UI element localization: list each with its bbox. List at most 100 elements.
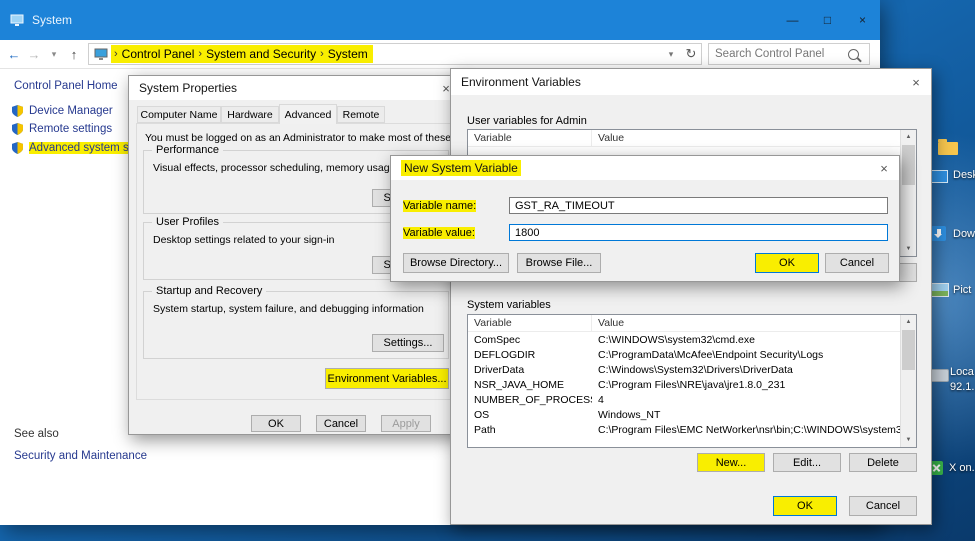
system-new-button[interactable]: New... [697,453,765,472]
table-row[interactable]: OS Windows_NT [468,407,901,422]
cell-value: C:\ProgramData\McAfee\Endpoint Security\… [592,349,901,361]
window-titlebar: System — □ × [0,0,880,40]
shield-icon [12,142,23,154]
crumb-control-panel[interactable]: Control Panel [119,47,198,61]
address-dropdown-icon[interactable]: ▾ [661,49,681,60]
variable-name-input[interactable] [509,197,888,214]
system-delete-button[interactable]: Delete [849,453,917,472]
desktop-item-local-disk[interactable]: Loca [950,366,974,378]
scrollbar[interactable]: ▲ ▼ [900,315,916,447]
cell-variable: Path [468,424,592,436]
cell-value: 4 [592,394,901,406]
scrollbar-thumb[interactable] [902,145,915,185]
environment-variables-button[interactable]: Environment Variables... [325,368,449,389]
search-icon[interactable] [848,49,859,60]
window-title: System [32,13,72,27]
dialog-title: System Properties [129,81,237,95]
tab-computer-name[interactable]: Computer Name [137,106,221,123]
ok-button[interactable]: OK [773,496,837,516]
table-row[interactable]: ComSpec C:\WINDOWS\system32\cmd.exe [468,332,901,347]
sidebar-item-device-manager[interactable]: Device Manager [12,105,113,117]
sidebar-item-remote-settings[interactable]: Remote settings [12,123,112,135]
close-icon[interactable]: × [869,156,899,180]
scroll-down-icon[interactable]: ▼ [901,242,916,256]
startup-settings-button[interactable]: Settings... [372,334,444,352]
dialog-title: New System Variable [401,160,521,176]
downloads-icon[interactable] [931,226,946,241]
pictures-icon[interactable] [931,283,949,297]
table-row[interactable]: DriverData C:\Windows\System32\Drivers\D… [468,362,901,377]
cell-variable: NSR_JAVA_HOME [468,379,592,391]
scrollbar-thumb[interactable] [902,330,915,370]
column-value[interactable]: Value [592,315,624,331]
table-row[interactable]: NSR_JAVA_HOME C:\Program Files\NRE\java\… [468,377,901,392]
system-variables-table[interactable]: Variable Value ComSpec C:\WINDOWS\system… [467,314,917,448]
table-body: ComSpec C:\WINDOWS\system32\cmd.exe DEFL… [468,332,901,447]
desktop-item-desktop[interactable]: Desk [953,169,975,181]
scrollbar[interactable]: ▲ ▼ [900,130,916,256]
refresh-icon[interactable]: ↻ [681,46,701,62]
sidebar-control-panel-home[interactable]: Control Panel Home [14,80,118,92]
cancel-button[interactable]: Cancel [825,253,889,273]
scroll-up-icon[interactable]: ▲ [901,130,916,144]
new-system-variable-dialog: New System Variable × Variable name: Var… [390,155,900,282]
variable-value-input[interactable] [509,224,888,241]
ok-button[interactable]: OK [251,415,301,432]
back-icon[interactable]: ← [4,47,24,62]
breadcrumb[interactable]: › Control Panel › System and Security › … [88,43,702,65]
disk-icon[interactable] [929,369,949,382]
up-icon[interactable]: ↑ [64,47,84,62]
cell-value: C:\Program Files\EMC NetWorker\nsr\bin;C… [592,424,901,436]
desktop: Desk Dow Pict Loca 92.1... X on... Syste… [0,0,975,541]
monitor-icon[interactable] [931,170,948,183]
close-button[interactable]: × [845,0,880,40]
ok-button[interactable]: OK [755,253,819,273]
table-row[interactable]: NUMBER_OF_PROCESSORS 4 [468,392,901,407]
close-icon[interactable]: × [901,69,931,95]
group-title: Startup and Recovery [152,285,266,297]
dialog-titlebar: Environment Variables × [451,69,931,95]
environment-variables-dialog: Environment Variables × User variables f… [450,68,932,525]
column-variable[interactable]: Variable [468,130,592,146]
cell-variable: DriverData [468,364,592,376]
startup-recovery-group: Startup and Recovery System startup, sys… [143,291,449,359]
desktop-item-pictures[interactable]: Pict [953,284,971,296]
desktop-item-x[interactable]: X on... [949,462,975,474]
browse-directory-button[interactable]: Browse Directory... [403,253,509,273]
desktop-item-downloads[interactable]: Dow [953,228,975,240]
search-input[interactable] [709,48,848,60]
scroll-down-icon[interactable]: ▼ [901,433,916,447]
cancel-button[interactable]: Cancel [316,415,366,432]
sidebar-item-security-and-maintenance[interactable]: Security and Maintenance [14,450,147,462]
forward-icon[interactable]: → [24,47,44,62]
table-header: Variable Value [468,130,901,147]
cancel-button[interactable]: Cancel [849,496,917,516]
column-value[interactable]: Value [592,130,624,146]
table-row[interactable]: DEFLOGDIR C:\ProgramData\McAfee\Endpoint… [468,347,901,362]
admin-note: You must be logged on as an Administrato… [145,132,451,144]
cell-value: C:\Windows\System32\Drivers\DriverData [592,364,901,376]
tab-advanced[interactable]: Advanced [279,104,337,124]
recent-pages-chevron-icon[interactable]: ▾ [44,49,64,60]
minimize-button[interactable]: — [775,0,810,40]
browse-file-button[interactable]: Browse File... [517,253,601,273]
shield-icon [12,123,23,135]
crumb-system-and-security[interactable]: System and Security [203,47,319,61]
tab-remote[interactable]: Remote [337,106,385,123]
dialog-titlebar: System Properties × [129,76,461,100]
tab-hardware[interactable]: Hardware [221,106,279,123]
user-variables-label: User variables for Admin [467,115,587,127]
dialog-titlebar: New System Variable × [391,156,899,180]
group-title: User Profiles [152,216,223,228]
apply-button[interactable]: Apply [381,415,431,432]
folder-icon[interactable] [938,142,958,155]
table-row[interactable]: Path C:\Program Files\EMC NetWorker\nsr\… [468,422,901,437]
search-box[interactable] [708,43,870,65]
system-edit-button[interactable]: Edit... [773,453,841,472]
variable-name-label: Variable name: [403,200,476,212]
see-also-heading: See also [14,428,59,440]
scroll-up-icon[interactable]: ▲ [901,315,916,329]
crumb-system[interactable]: System [325,47,371,61]
maximize-button[interactable]: □ [810,0,845,40]
column-variable[interactable]: Variable [468,315,592,331]
